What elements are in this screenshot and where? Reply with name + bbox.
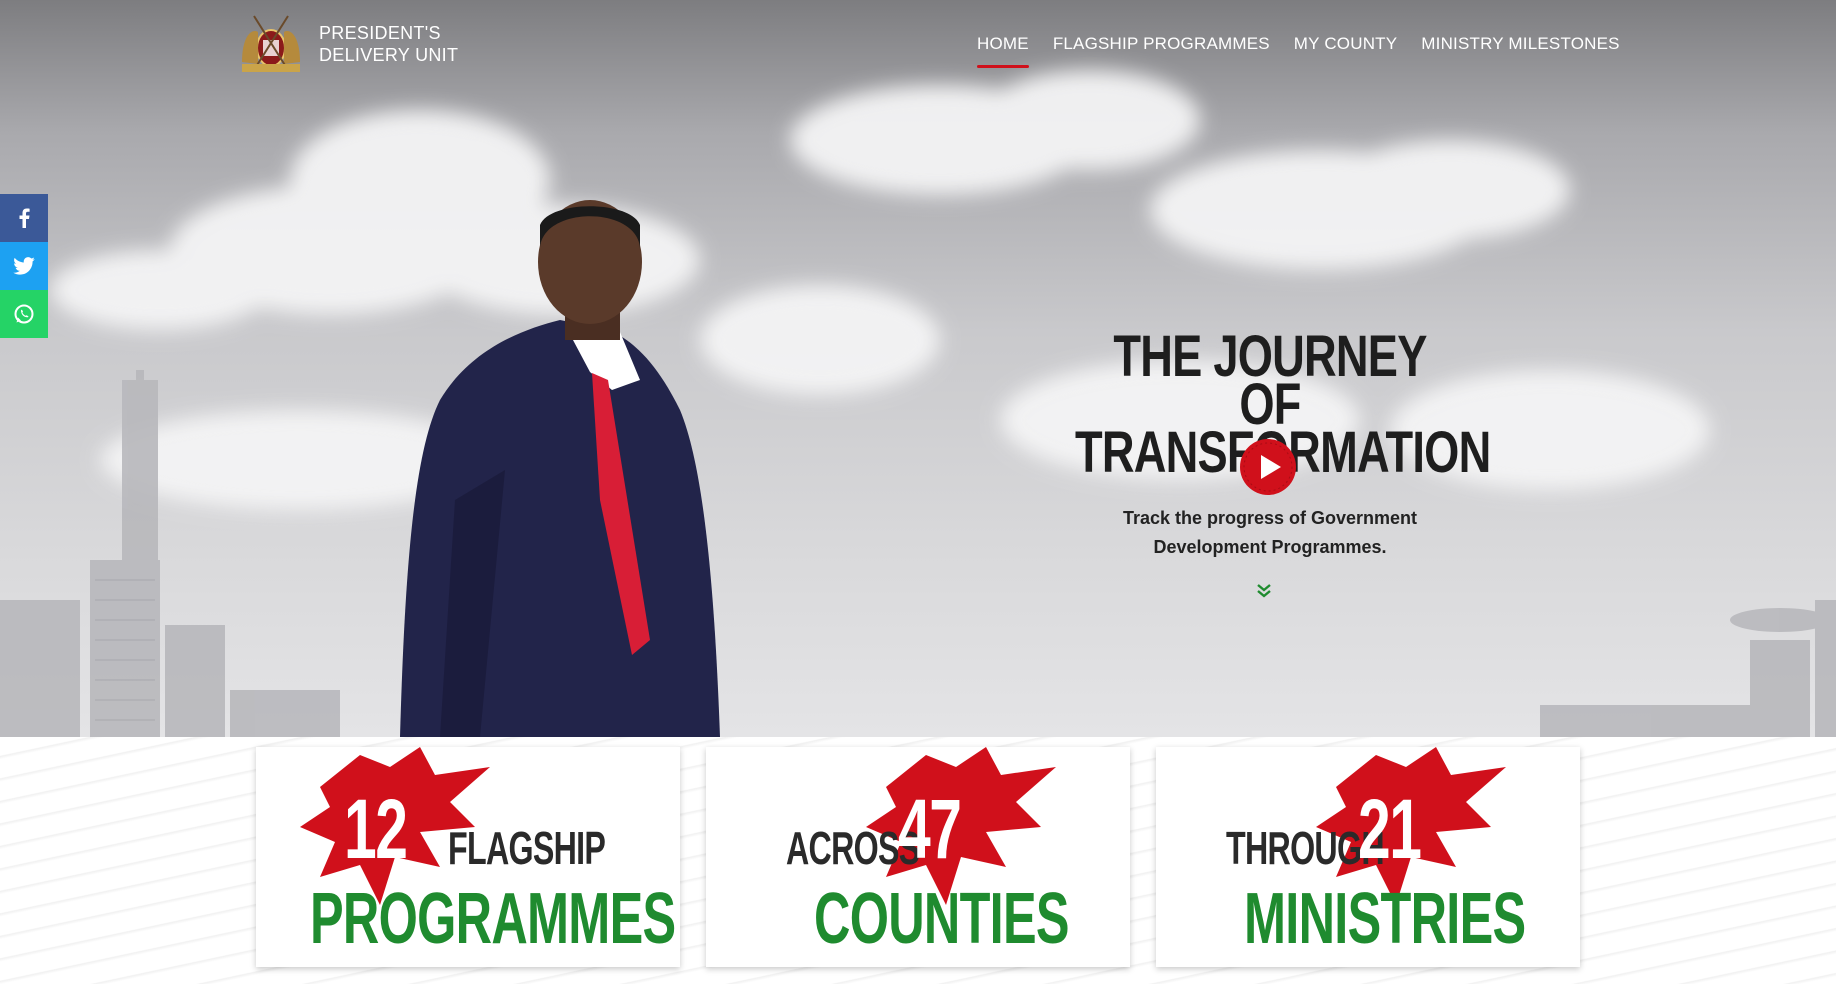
nav-my-county[interactable]: MY COUNTY (1294, 34, 1398, 68)
tagline-line-2: Development Programmes. (1153, 537, 1387, 557)
twitter-icon (13, 257, 35, 275)
brand-line-2: DELIVERY UNIT (319, 45, 459, 65)
hero-banner: PRESIDENT'S DELIVERY UNIT HOME FLAGSHIP … (0, 0, 1836, 737)
facebook-icon (19, 208, 30, 228)
stat-number: 47 (898, 782, 962, 876)
stat-big-label: MINISTRIES (1244, 879, 1526, 959)
twitter-share-button[interactable] (0, 242, 48, 290)
stat-number: 12 (344, 782, 408, 876)
brand-name[interactable]: PRESIDENT'S DELIVERY UNIT (319, 22, 458, 66)
whatsapp-share-button[interactable] (0, 290, 48, 338)
stat-card-flagship[interactable]: 12 FLAGSHIP PROGRAMMES (256, 747, 680, 967)
stat-big-label: PROGRAMMES (310, 879, 676, 959)
facebook-share-button[interactable] (0, 194, 48, 242)
double-chevron-down-icon[interactable] (1254, 582, 1274, 600)
tagline-line-1: Track the progress of Government (1122, 508, 1418, 528)
stat-small-label: FLAGSHIP (448, 822, 606, 874)
nav-flagship-programmes[interactable]: FLAGSHIP PROGRAMMES (1053, 34, 1270, 68)
play-video-button[interactable] (1239, 438, 1297, 496)
main-nav: HOME FLAGSHIP PROGRAMMES MY COUNTY MINIS… (977, 34, 1620, 68)
stat-big-label: COUNTIES (814, 879, 1070, 959)
stat-card-counties[interactable]: ACROSS 47 COUNTIES (706, 747, 1130, 967)
social-share-bar (0, 194, 48, 338)
stat-card-ministries[interactable]: THROUGH 21 MINISTRIES (1156, 747, 1580, 967)
sky-skyline-background (0, 70, 1836, 737)
stats-section: 12 FLAGSHIP PROGRAMMES ACROSS 47 COUNTIE… (0, 737, 1836, 984)
stat-number: 21 (1358, 782, 1422, 876)
brand-line-1: PRESIDENT'S (319, 23, 441, 43)
whatsapp-icon (14, 304, 34, 324)
nav-home[interactable]: HOME (977, 34, 1029, 68)
coat-of-arms-logo[interactable] (234, 6, 308, 80)
nav-ministry-milestones[interactable]: MINISTRY MILESTONES (1421, 34, 1619, 68)
hero-tagline: Track the progress of Government Develop… (1070, 504, 1470, 562)
